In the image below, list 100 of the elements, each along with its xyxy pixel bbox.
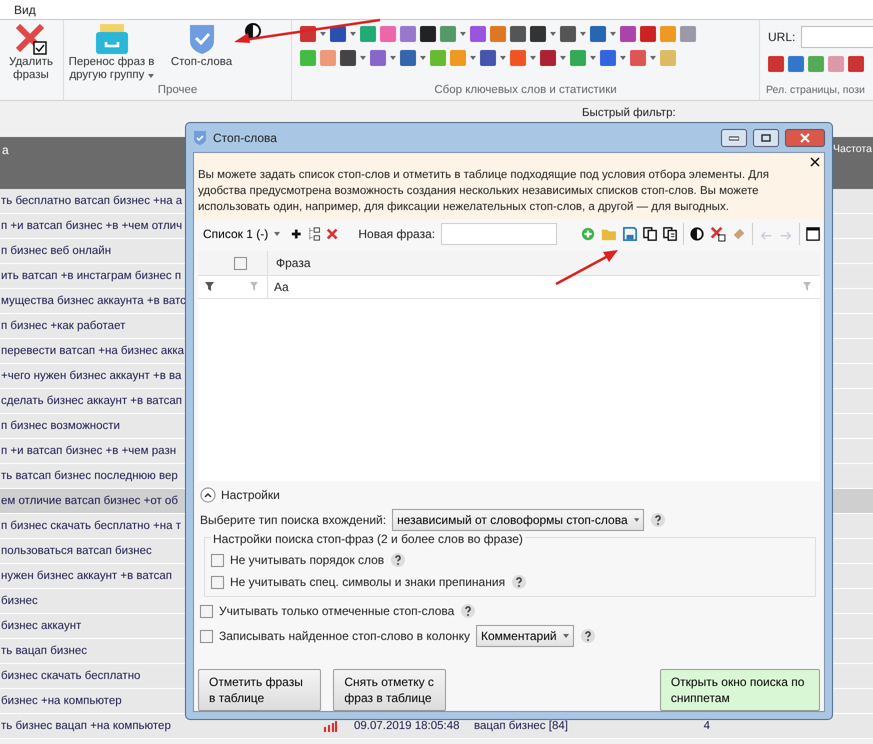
phrase-cell: сделать бизнес аккаунт +в ватсап	[1, 395, 182, 407]
ribbon-button[interactable]: Стоп-слова	[159, 22, 244, 69]
search-type-label: Выберите тип поиска вхождений:	[200, 513, 386, 527]
toolbar-icon[interactable]	[848, 56, 864, 72]
column-select[interactable]: Комментарий	[476, 625, 574, 647]
menu-item[interactable]: Вид	[14, 2, 36, 16]
toolbar-icon[interactable]	[480, 50, 496, 66]
toolbar-icon[interactable]	[788, 56, 804, 72]
toolbar-icon[interactable]	[450, 50, 466, 66]
header-checkbox[interactable]	[234, 256, 247, 270]
tree-icon	[308, 226, 320, 242]
toolbar-icon[interactable]	[570, 50, 586, 66]
toolbar-icon[interactable]	[360, 26, 376, 42]
add-circle-icon	[581, 226, 596, 242]
phrase-cell: п бизнес возможности	[1, 420, 120, 432]
toolbar-icon[interactable]	[510, 26, 526, 42]
copy-icon	[643, 226, 658, 242]
minimize-icon	[729, 134, 739, 140]
toolbar-icon[interactable]	[440, 26, 456, 42]
toolbar-icon[interactable]	[320, 50, 336, 66]
toolbar-icon[interactable]	[640, 26, 656, 42]
checkbox-label[interactable]: Учитывать только отмеченные стоп-слова	[219, 604, 454, 618]
settings-label[interactable]: Настройки	[221, 488, 280, 502]
checkbox-label[interactable]: Записывать найденное стоп-слово в колонку	[219, 629, 470, 643]
minimize-button[interactable]	[721, 128, 747, 146]
toolbar-icon[interactable]	[430, 50, 446, 66]
toolbar-icon[interactable]	[300, 50, 316, 66]
toolbar-icon[interactable]	[620, 26, 636, 42]
dialog-button[interactable]: Снять отметку с фраз в таблице	[333, 669, 446, 711]
help-icon	[390, 552, 406, 568]
expander-icon[interactable]	[200, 487, 216, 503]
cross-icon	[326, 227, 338, 241]
toolbar-icon[interactable]	[340, 50, 356, 66]
phrase-cell: п бизнес скачать бесплатно +на т	[1, 520, 181, 532]
search-type-select[interactable]: независимый от словоформы стоп-слова	[392, 509, 644, 531]
url-field[interactable]	[801, 26, 873, 48]
group-label: Рел. страницы, пози	[765, 84, 866, 98]
new-phrase-field[interactable]	[441, 223, 558, 245]
checkbox[interactable]	[211, 576, 224, 588]
shield-check-icon	[193, 130, 207, 146]
column-header[interactable]: Частота	[833, 137, 873, 161]
delete-phrases-button[interactable]: Удалить фразы	[0, 22, 62, 82]
caret-icon	[620, 56, 626, 60]
date-cell: 09.07.2019 18:05:48	[354, 720, 460, 732]
maximize-icon	[761, 134, 771, 142]
help-icon	[511, 574, 528, 590]
filter-clear-icon	[249, 281, 261, 293]
close-button[interactable]	[785, 128, 825, 146]
toolbar-icon[interactable]	[808, 56, 824, 72]
toolbar-icon[interactable]	[630, 50, 646, 66]
url-label: URL:	[768, 30, 796, 44]
toolbar-icon[interactable]	[380, 26, 396, 42]
checkbox[interactable]	[200, 604, 213, 618]
caret-icon	[634, 518, 640, 522]
phrase-cell: ем отличие ватсап бизнес +от об	[1, 495, 178, 507]
list-select[interactable]: Список 1 (-)	[198, 223, 286, 245]
caret-icon	[530, 56, 536, 60]
phrase-cell: п бизнес +как работает	[1, 320, 126, 332]
group-cell: вацап бизнес [84]	[474, 720, 568, 732]
toolbar-icon[interactable]	[560, 26, 576, 42]
toolbar-icon[interactable]	[600, 50, 616, 66]
dialog-button[interactable]: Открыть окно поиска по сниппетам	[660, 669, 820, 711]
maximize-button[interactable]	[753, 128, 779, 146]
bar-chart-icon	[323, 720, 337, 732]
toolbar-icon[interactable]	[370, 50, 386, 66]
toolbar-icon[interactable]	[590, 26, 606, 42]
toolbar-icon[interactable]	[530, 26, 546, 42]
toolbar-icon[interactable]	[400, 50, 416, 66]
checkbox[interactable]	[200, 630, 213, 642]
toolbar-icon[interactable]	[470, 26, 486, 42]
filter-clear-icon	[802, 281, 814, 293]
caret-icon	[580, 32, 586, 36]
caret-icon	[360, 56, 366, 60]
caret-icon	[470, 56, 476, 60]
plus-icon	[291, 228, 302, 240]
toolbar-icon[interactable]	[400, 26, 416, 42]
toolbar-icon[interactable]	[660, 26, 676, 42]
toolbar-icon[interactable]	[540, 50, 556, 66]
checkbox-label[interactable]: Не учитывать порядок слов	[230, 553, 384, 567]
ribbon-button[interactable]: Перенос фраз в другую группу	[64, 22, 159, 82]
phrase-cell: ть ватсап бизнес последнюю вер	[1, 470, 178, 482]
phrase-cell: п +и ватсап бизнес +в +чем отлич	[1, 220, 182, 232]
caret-icon	[350, 32, 356, 36]
column-header[interactable]: а	[0, 137, 11, 189]
toolbar-icon[interactable]	[768, 56, 784, 72]
toolbar-icon[interactable]	[828, 56, 844, 72]
toolbar-icon[interactable]	[420, 26, 436, 42]
caret-icon	[560, 56, 566, 60]
toolbar-icon[interactable]	[660, 50, 676, 66]
window-icon	[806, 226, 820, 242]
phrase-cell: п +и ватсап бизнес +в +чем разн	[1, 445, 176, 457]
checkbox-label[interactable]: Не учитывать спец. символы и знаки препинания	[230, 575, 506, 589]
checkbox[interactable]	[211, 554, 224, 566]
toolbar-icon[interactable]	[490, 26, 506, 42]
toolbar-icon[interactable]	[510, 50, 526, 66]
column-header[interactable]: Фраза	[276, 256, 311, 270]
toolbar-icon[interactable]	[680, 26, 696, 42]
filter-text[interactable]: Aa	[274, 280, 289, 294]
dialog-button[interactable]: Отметить фразы в таблице	[198, 669, 322, 711]
count-cell: 4	[704, 720, 710, 732]
